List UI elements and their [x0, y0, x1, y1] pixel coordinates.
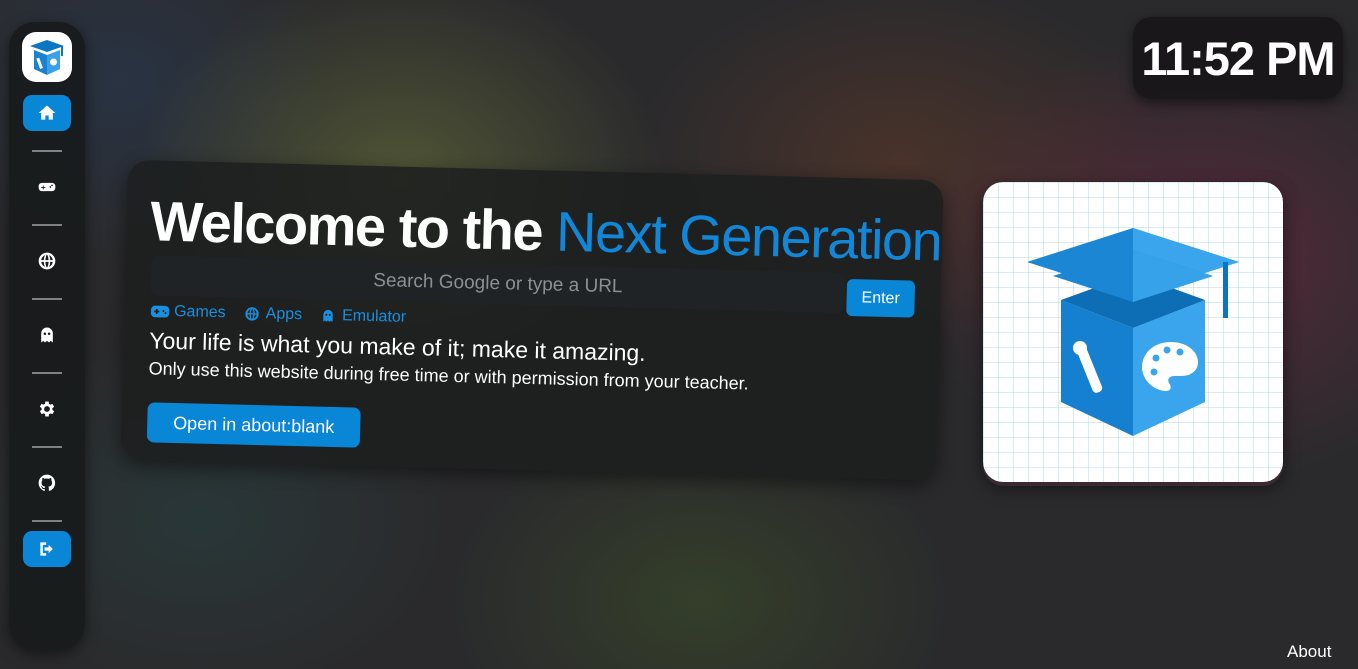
- quick-links: Games Apps Emulator: [150, 302, 406, 326]
- gamepad-icon: [150, 305, 170, 318]
- sign-out-icon: [40, 542, 53, 556]
- hero-logo-image: [983, 182, 1283, 482]
- emulator-link[interactable]: Emulator: [318, 307, 406, 327]
- enter-button[interactable]: Enter: [846, 278, 916, 318]
- sidebar-divider: [32, 298, 62, 300]
- sidebar: [9, 22, 85, 650]
- sidebar-divider: [32, 224, 62, 226]
- sidebar-divider: [32, 520, 62, 522]
- globe-icon: [244, 307, 259, 321]
- sidebar-item-exit[interactable]: [23, 531, 71, 567]
- sidebar-divider: [32, 446, 62, 448]
- gear-icon: [39, 401, 55, 417]
- open-about-blank-button[interactable]: Open in about:blank: [146, 402, 361, 448]
- sidebar-item-apps[interactable]: [23, 243, 71, 279]
- sidebar-divider: [32, 372, 62, 374]
- sidebar-item-github[interactable]: [23, 465, 71, 501]
- globe-icon: [38, 252, 56, 270]
- games-link-label: Games: [173, 302, 226, 322]
- sidebar-item-emulator[interactable]: [23, 317, 71, 353]
- ghost-icon: [41, 327, 53, 343]
- sidebar-divider: [32, 150, 62, 152]
- sidebar-item-home[interactable]: [23, 95, 71, 131]
- title-accent: Next Generation: [555, 199, 943, 273]
- clock: 11:52 PM: [1133, 17, 1343, 99]
- apps-link-label: Apps: [265, 305, 303, 324]
- logo-icon[interactable]: [22, 32, 72, 82]
- graduation-cube-logo-icon: [1027, 228, 1239, 436]
- emulator-link-label: Emulator: [341, 307, 407, 326]
- home-icon: [38, 105, 56, 120]
- github-icon: [38, 474, 56, 491]
- sidebar-item-settings[interactable]: [23, 391, 71, 427]
- apps-link[interactable]: Apps: [241, 305, 302, 325]
- usage-notice: Only use this website during free time o…: [148, 358, 749, 394]
- welcome-card: Welcome to the Next Generation Enter Gam…: [120, 159, 944, 481]
- sidebar-item-games[interactable]: [23, 169, 71, 205]
- ghost-icon: [323, 309, 333, 322]
- about-link[interactable]: About: [1287, 642, 1331, 662]
- games-link[interactable]: Games: [150, 302, 226, 322]
- gamepad-icon: [38, 182, 56, 192]
- title-prefix: Welcome to the: [149, 189, 543, 263]
